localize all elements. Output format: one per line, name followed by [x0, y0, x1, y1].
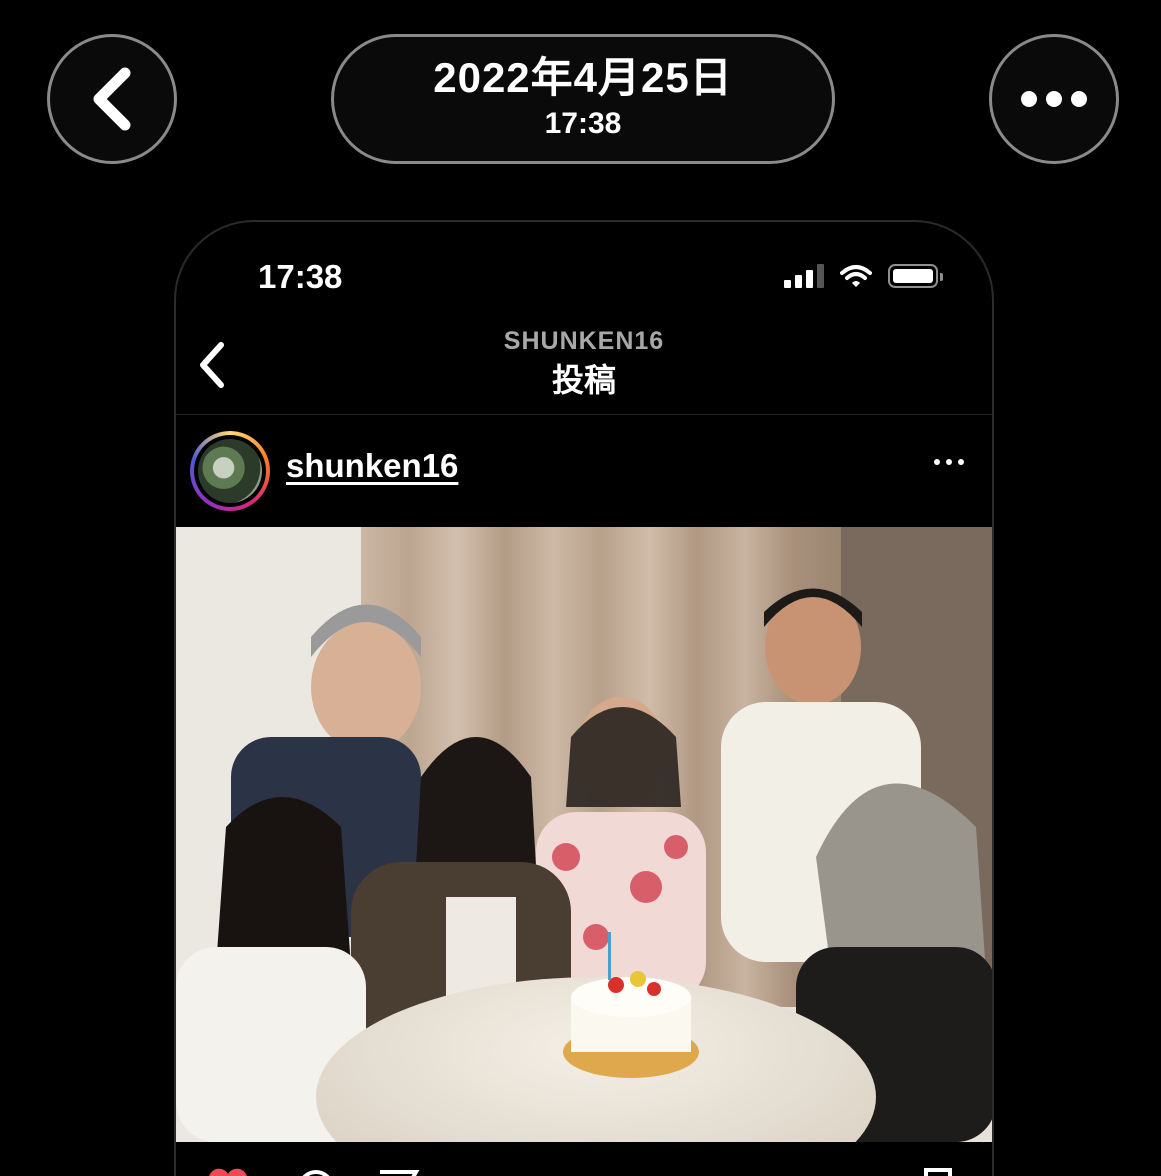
battery-level: [893, 269, 933, 283]
bookmark-icon[interactable]: [920, 1168, 956, 1176]
status-bar-time: 17:38: [258, 258, 343, 295]
phone-screenshot: 17:38 SHUNKEN16 投稿 shunken16: [174, 220, 994, 1176]
post-username[interactable]: shunken16: [286, 447, 458, 485]
avatar-story-ring[interactable]: [190, 431, 270, 511]
heart-icon[interactable]: [206, 1168, 250, 1176]
wifi-icon: [840, 265, 872, 287]
date-time-pill: 2022年4月25日 17:38: [331, 34, 835, 164]
status-bar-icons: [784, 264, 943, 288]
post-actions: [176, 1160, 992, 1176]
comment-icon[interactable]: [294, 1168, 338, 1176]
date-label: 2022年4月25日: [433, 54, 733, 101]
more-horizontal-icon: [1021, 91, 1087, 107]
nav-title: 投稿: [551, 362, 616, 398]
post-photo[interactable]: [176, 527, 992, 1142]
time-label: 17:38: [544, 107, 622, 140]
back-button[interactable]: [47, 34, 177, 164]
cellular-signal-icon: [784, 264, 824, 288]
post-photo-image: [176, 527, 992, 1142]
navigation-bar: SHUNKEN16 投稿: [176, 318, 992, 415]
more-options-button[interactable]: [989, 34, 1119, 164]
post-more-button[interactable]: [934, 459, 964, 465]
nav-titles: SHUNKEN16 投稿: [176, 326, 992, 400]
battery-icon: [888, 264, 943, 288]
avatar: [198, 439, 262, 503]
post-header: shunken16: [176, 415, 992, 527]
chevron-left-icon: [93, 67, 131, 131]
share-icon[interactable]: [376, 1168, 420, 1176]
image-viewer: 2022年4月25日 17:38 17:38 SHUNKEN16 投稿 shun…: [0, 0, 1161, 1176]
nav-subtitle: SHUNKEN16: [503, 327, 665, 355]
